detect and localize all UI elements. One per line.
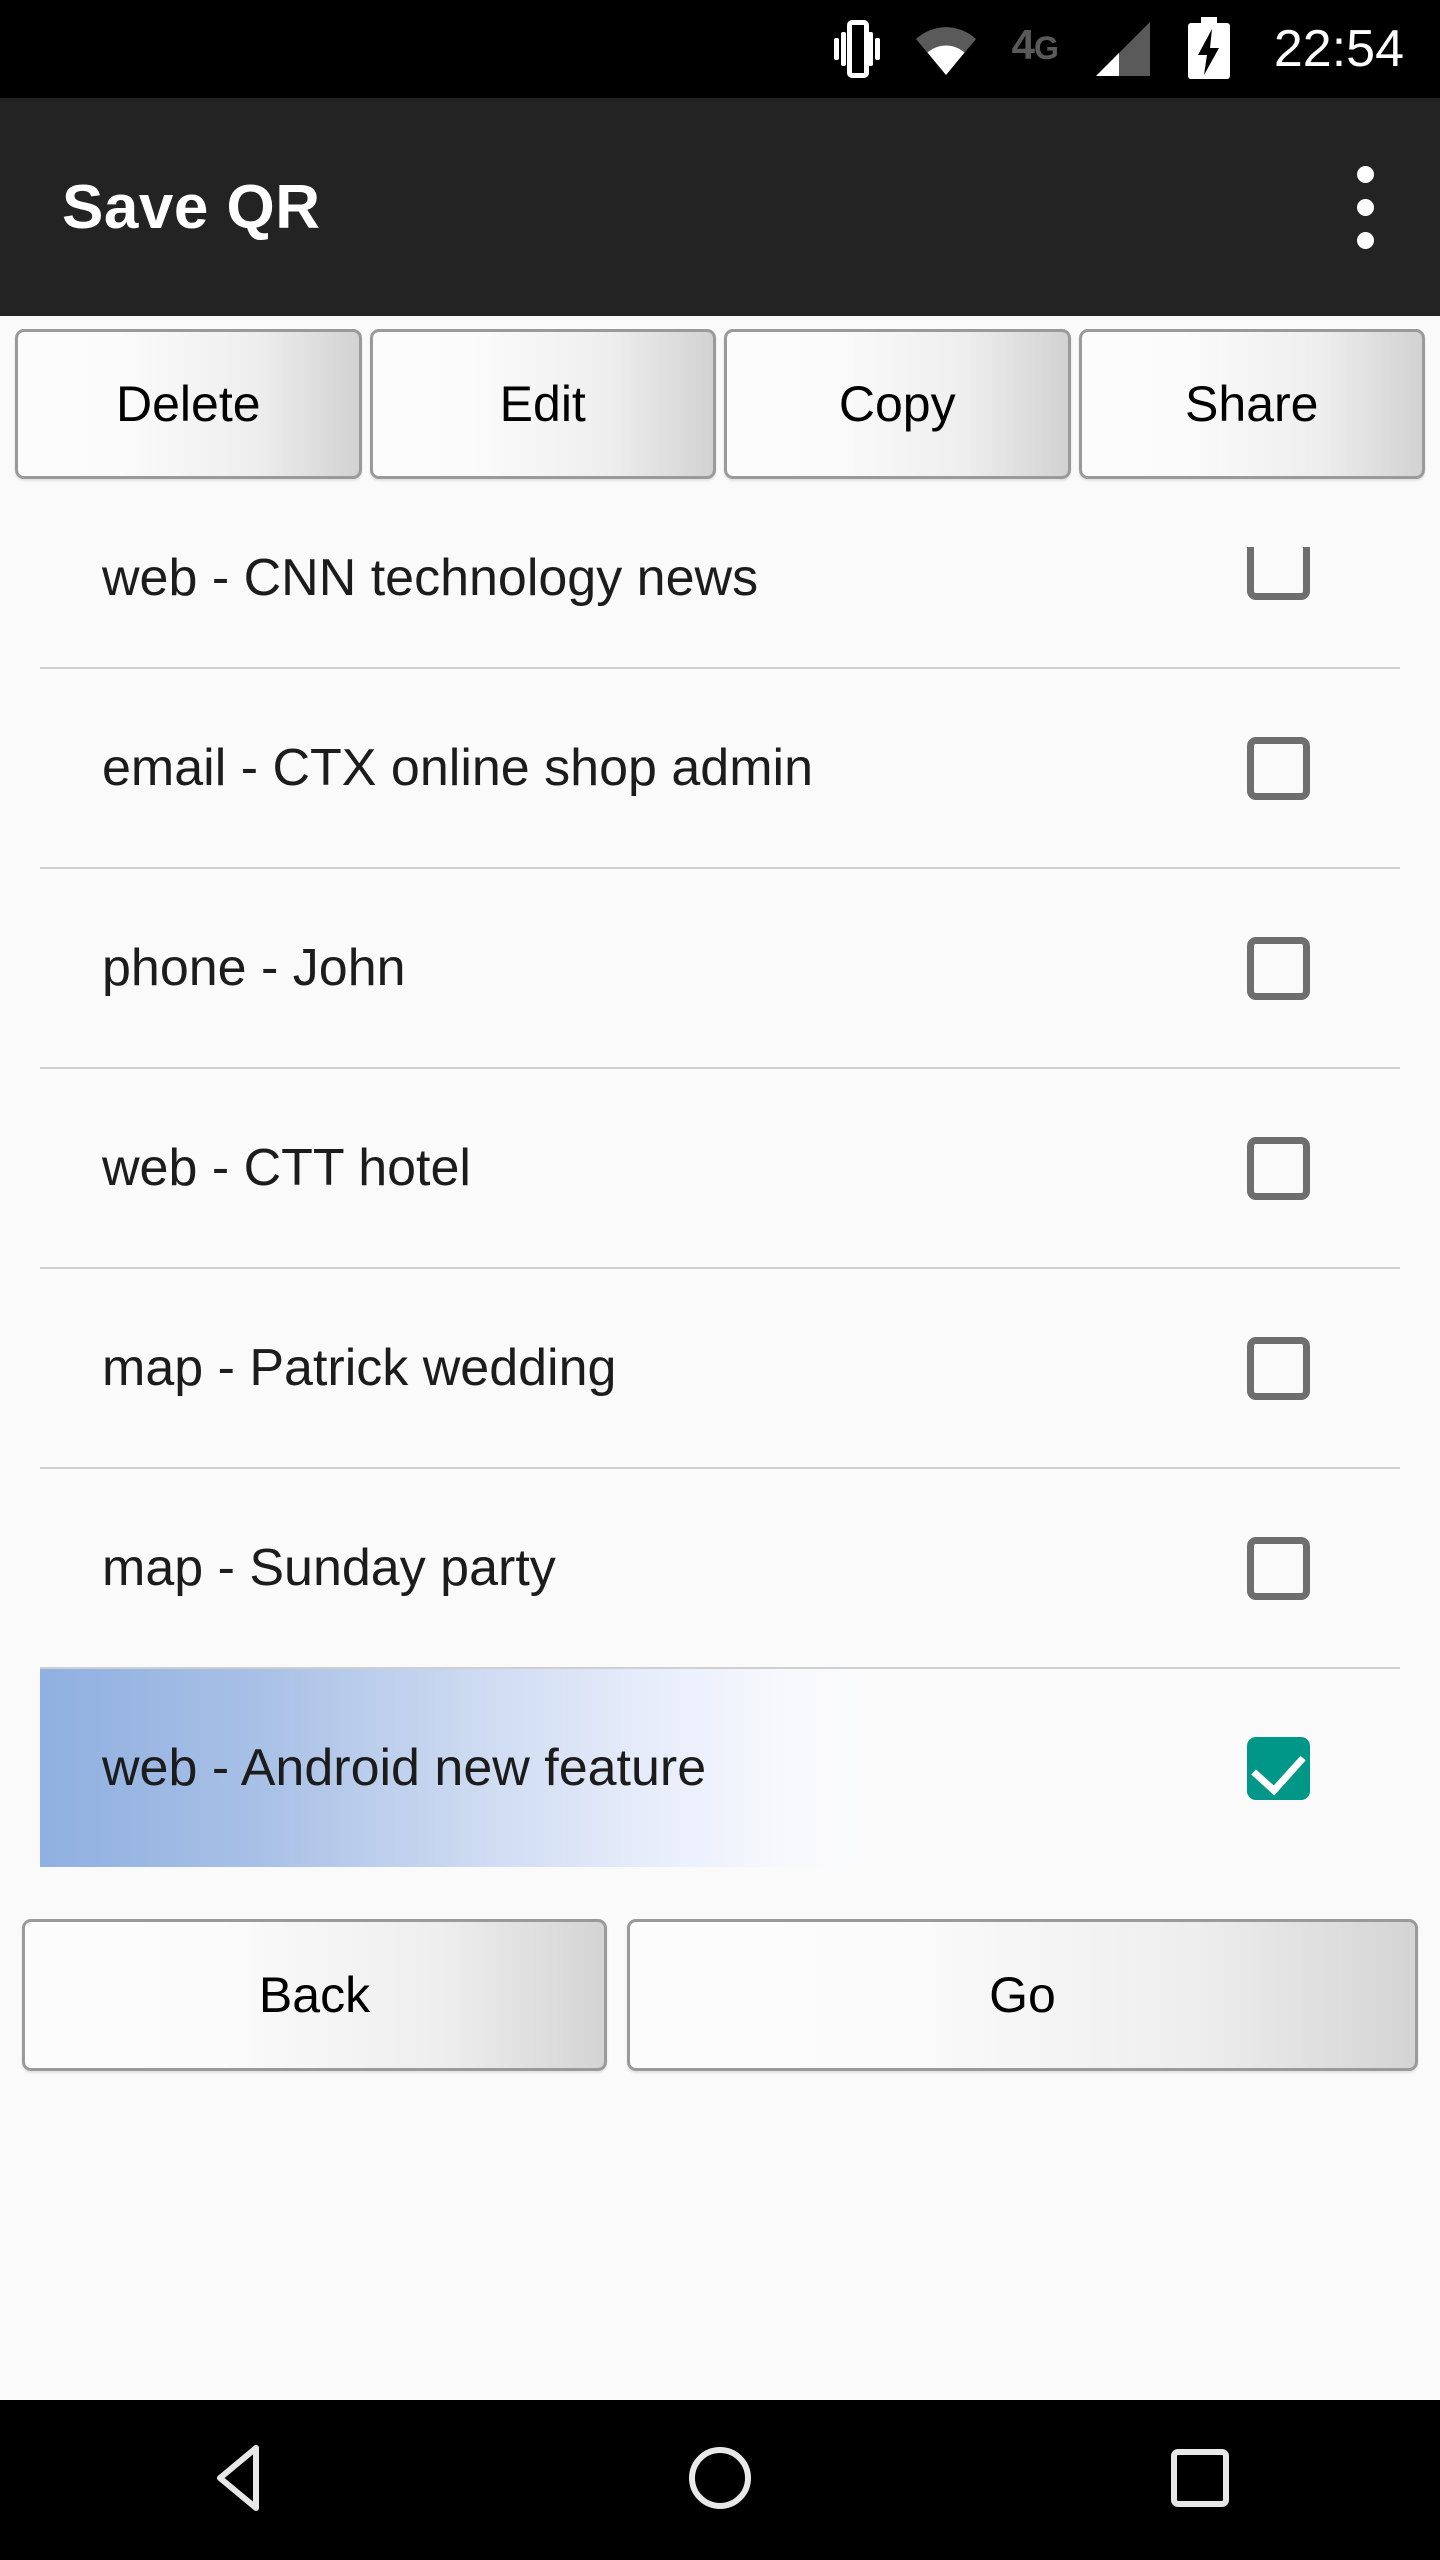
action-bar: Save QR	[0, 98, 1440, 316]
android-navigation-bar	[0, 2400, 1440, 2560]
list-item-checkbox[interactable]	[1247, 1536, 1310, 1600]
edit-button[interactable]: Edit	[369, 329, 716, 479]
status-bar-clock: 22:54	[1273, 20, 1404, 78]
list-item-label: web - CTT hotel	[102, 1139, 471, 1197]
delete-button[interactable]: Delete	[15, 329, 362, 479]
status-bar-icons: 4G 22:54	[833, 17, 1404, 81]
battery-charging-icon	[1186, 17, 1232, 81]
status-bar: 4G 22:54	[0, 0, 1440, 98]
nav-recents-icon	[1169, 2447, 1231, 2514]
list-item[interactable]: email - CTX online shop admin	[40, 669, 1400, 867]
qr-code-list[interactable]: web - CNN technology news email - CTX on…	[0, 489, 1440, 1867]
signal-icon	[1092, 20, 1152, 78]
nav-recents-button[interactable]	[1115, 2400, 1285, 2560]
nav-home-icon	[687, 2445, 753, 2516]
list-item-label: map - Patrick wedding	[102, 1339, 617, 1397]
nav-back-icon	[210, 2444, 270, 2517]
list-item[interactable]: web - CTT hotel	[40, 1069, 1400, 1267]
copy-button[interactable]: Copy	[724, 329, 1071, 479]
list-item-label: web - CNN technology news	[102, 549, 759, 607]
vibrate-icon	[833, 18, 880, 80]
overflow-menu-icon	[1356, 165, 1374, 183]
wifi-icon	[914, 21, 978, 77]
list-item-label: map - Sunday party	[102, 1539, 556, 1597]
list-item-checkbox[interactable]	[1247, 1136, 1310, 1200]
list-item[interactable]: map - Patrick wedding	[40, 1269, 1400, 1467]
overflow-menu-icon-dot2	[1356, 198, 1374, 216]
action-button-row: Delete Edit Copy Share	[0, 316, 1440, 479]
list-item-label: phone - John	[102, 939, 406, 997]
list-item-checkbox[interactable]	[1247, 547, 1310, 600]
list-item[interactable]: web - CNN technology news	[40, 489, 1400, 667]
page-title: Save QR	[62, 172, 321, 242]
share-button[interactable]: Share	[1078, 329, 1425, 479]
list-item-checkbox[interactable]	[1247, 1336, 1310, 1400]
footer-button-row: Back Go	[0, 1867, 1440, 2071]
list-item-label: web - Android new feature	[102, 1739, 707, 1797]
list-item-selected[interactable]: web - Android new feature	[40, 1669, 1400, 1867]
main-content: Delete Edit Copy Share web - CNN technol…	[0, 316, 1440, 2400]
list-item-checkbox-checked[interactable]	[1247, 1736, 1310, 1800]
list-item-label: email - CTX online shop admin	[102, 739, 813, 797]
list-item-checkbox[interactable]	[1247, 736, 1310, 800]
nav-home-button[interactable]	[635, 2400, 805, 2560]
network-4g-icon: 4G	[1011, 21, 1059, 68]
list-item[interactable]: phone - John	[40, 869, 1400, 1067]
list-item-checkbox[interactable]	[1247, 936, 1310, 1000]
back-button[interactable]: Back	[22, 1919, 607, 2071]
nav-back-button[interactable]	[155, 2400, 325, 2560]
overflow-menu-button[interactable]	[1290, 98, 1440, 316]
overflow-menu-icon-dot3	[1356, 231, 1374, 249]
list-item[interactable]: map - Sunday party	[40, 1469, 1400, 1667]
go-button[interactable]: Go	[627, 1919, 1418, 2071]
